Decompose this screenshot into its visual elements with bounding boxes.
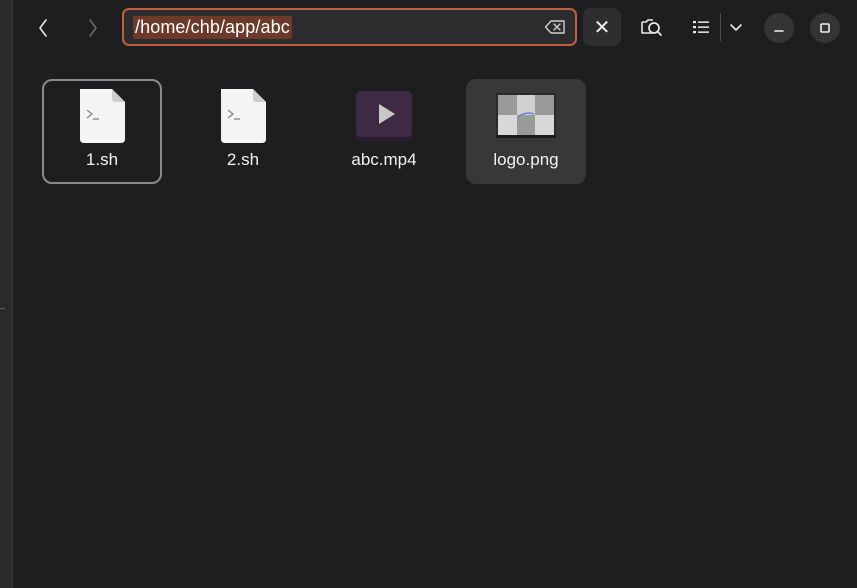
backspace-icon[interactable] <box>544 19 566 35</box>
close-location-button[interactable]: ✕ <box>583 8 621 46</box>
view-options-dropdown[interactable] <box>724 10 748 44</box>
search-button[interactable] <box>634 10 668 44</box>
file-item-1-sh[interactable]: 1.sh <box>42 79 162 184</box>
maximize-icon <box>820 23 830 33</box>
back-button[interactable] <box>25 10 61 46</box>
chevron-left-icon <box>39 19 47 37</box>
view-separator <box>720 13 721 41</box>
file-name: 1.sh <box>85 150 119 169</box>
chevron-down-icon <box>730 24 742 31</box>
file-grid: 1.sh 2.sh abc.mp4 logo.png <box>13 56 857 588</box>
close-icon: ✕ <box>593 16 611 39</box>
view-toggle-button[interactable] <box>685 10 717 44</box>
edge-tick <box>0 308 5 309</box>
header-bar: /home/chb/app/abc ✕ <box>13 0 857 56</box>
list-view-icon <box>693 21 709 34</box>
video-file-icon <box>354 87 414 145</box>
forward-button[interactable] <box>75 10 111 46</box>
location-entry[interactable]: /home/chb/app/abc <box>122 8 577 46</box>
maximize-button[interactable] <box>810 13 840 43</box>
search-icon <box>641 19 662 36</box>
file-item-abc-mp4[interactable]: abc.mp4 <box>324 79 444 184</box>
minimize-button[interactable] <box>764 13 794 43</box>
file-item-logo-png[interactable]: logo.png <box>466 79 586 184</box>
minimize-icon <box>774 30 784 32</box>
chevron-right-icon <box>89 19 97 37</box>
file-name: 2.sh <box>226 150 260 169</box>
script-file-icon <box>213 87 273 145</box>
image-thumbnail <box>496 87 556 145</box>
file-manager-window: /home/chb/app/abc ✕ 1.sh 2.sh abc.mp4 lo… <box>0 0 857 588</box>
script-file-icon <box>72 87 132 145</box>
file-name: logo.png <box>493 150 559 169</box>
location-path-text[interactable]: /home/chb/app/abc <box>133 15 292 39</box>
window-left-edge <box>0 0 13 588</box>
file-item-2-sh[interactable]: 2.sh <box>183 79 303 184</box>
file-name: abc.mp4 <box>351 150 417 169</box>
